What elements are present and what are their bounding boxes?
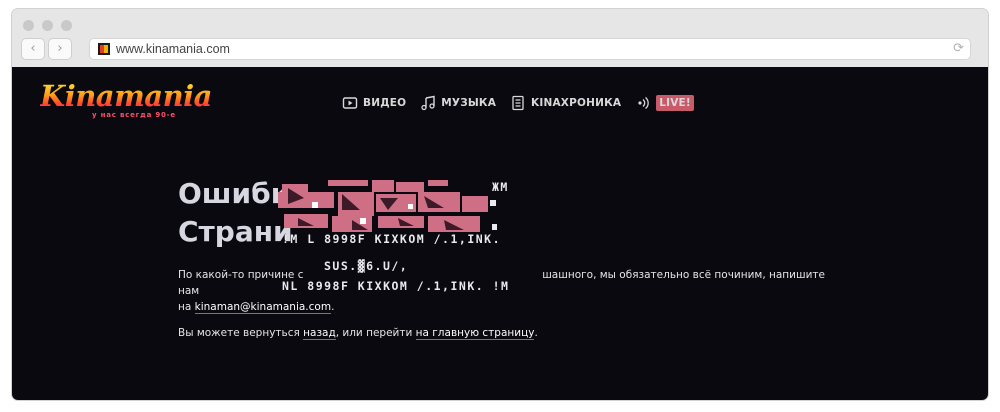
logo-title: Kinamania <box>40 79 212 113</box>
glitch-line-3: NL 8998F KIXKOM /.1,INK. !M <box>282 279 510 293</box>
live-badge: LIVE! <box>656 95 694 111</box>
nav-label: KINAХРОНИКА <box>531 97 622 109</box>
nav-item-kinachronicle[interactable]: KINAХРОНИКА <box>510 95 621 111</box>
home-link[interactable]: на главную страницу <box>415 327 535 340</box>
play-icon <box>342 97 358 109</box>
music-note-icon <box>421 95 435 111</box>
browser-chrome: ‹ › www.kinamania.com ⟳ <box>12 9 988 67</box>
forward-button[interactable]: › <box>49 39 71 59</box>
nav-item-video[interactable]: ВИДЕО <box>342 95 406 111</box>
browser-window: ‹ › www.kinamania.com ⟳ Kinamania у нас … <box>12 9 988 400</box>
address-bar[interactable]: www.kinamania.com ⟳ <box>90 39 970 59</box>
glitch-line-1: !M L 8998F KIXKOM /.1,INK. <box>282 232 502 246</box>
broadcast-icon <box>638 96 650 110</box>
main-nav: ВИДЕО МУЗЫКА KINAХРОНИКА LIVE! <box>342 95 708 111</box>
glitch-overlay: ЖМ !M L 8998F KIXKOM /.1,INK. <box>268 180 536 250</box>
glitch-line-2: SUS.▓6.U/, <box>324 259 409 273</box>
nav-item-live[interactable]: LIVE! <box>635 95 694 111</box>
favicon-icon <box>98 43 110 55</box>
back-link[interactable]: назад <box>303 327 336 340</box>
chevron-left-icon: ‹ <box>30 41 36 56</box>
chevron-right-icon: › <box>57 41 63 56</box>
nav-label: ВИДЕО <box>363 97 407 109</box>
site-logo[interactable]: Kinamania у нас всегда 90-е <box>40 81 212 119</box>
hint-text-c: . <box>534 327 538 339</box>
window-minimize-dot[interactable] <box>42 20 53 31</box>
back-button[interactable]: ‹ <box>22 39 44 59</box>
window-close-dot[interactable] <box>23 20 34 31</box>
desc-text-d: . <box>331 301 335 313</box>
url-text[interactable]: www.kinamania.com <box>116 39 230 59</box>
email-link[interactable]: kinaman@kinamania.com <box>194 301 332 314</box>
navigation-hint: Вы можете вернуться назад, или перейти н… <box>178 325 838 341</box>
document-icon <box>512 95 524 111</box>
page-viewport: Kinamania у нас всегда 90-е ВИДЕО МУЗЫКА <box>12 67 988 400</box>
glitch-corner-text: ЖМ <box>492 180 509 194</box>
nav-item-music[interactable]: МУЗЫКА <box>420 95 496 111</box>
reload-icon[interactable]: ⟳ <box>953 39 964 59</box>
hint-text-a: Вы можете вернуться <box>178 327 304 339</box>
hint-text-b: , или перейти <box>335 327 416 339</box>
nav-label: МУЗЫКА <box>441 97 497 109</box>
window-maximize-dot[interactable] <box>61 20 72 31</box>
desc-text-c: на <box>178 301 195 313</box>
